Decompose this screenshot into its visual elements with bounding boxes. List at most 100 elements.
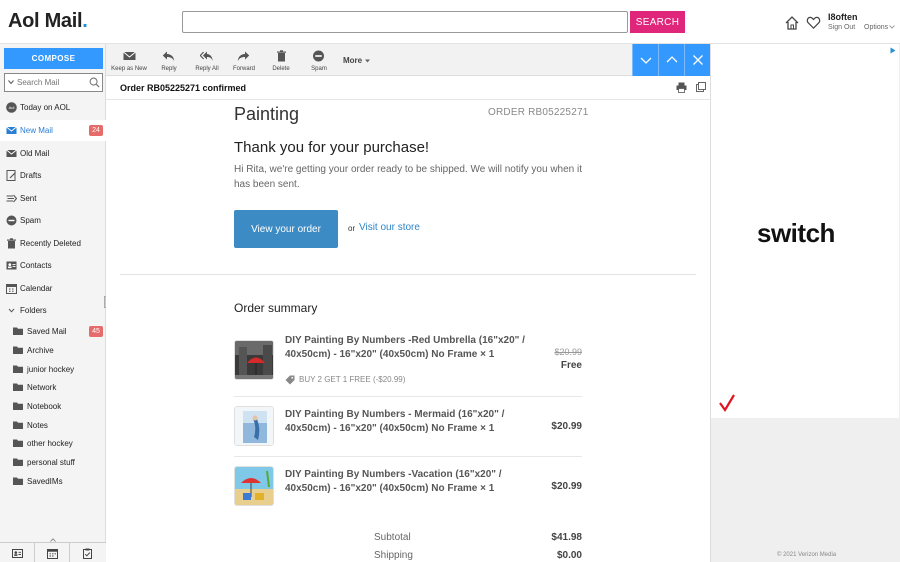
nav-item-label: Spam xyxy=(20,216,41,225)
contacts-shortcut-button[interactable] xyxy=(0,543,35,562)
spam-button[interactable]: Spam xyxy=(304,44,334,76)
left-sidebar: COMPOSE Aol Today on AOL New Mail 24 Old… xyxy=(0,44,106,562)
folder-label: Archive xyxy=(27,346,54,355)
keep-as-new-button[interactable]: Keep as New xyxy=(108,44,150,76)
folder-item-notes[interactable]: Notes xyxy=(0,416,106,435)
toolbar-label: Delete xyxy=(272,66,290,72)
popout-icon[interactable] xyxy=(696,82,706,92)
item-divider xyxy=(234,396,582,397)
logo-text: Aol Mail xyxy=(8,10,83,32)
toolbar-label: Spam xyxy=(311,66,327,72)
home-icon[interactable] xyxy=(784,15,800,31)
nav-item-today-on-aol[interactable]: Aol Today on AOL xyxy=(0,97,106,118)
user-name: I8often xyxy=(828,12,858,22)
forward-button[interactable]: Forward xyxy=(228,44,260,76)
folder-item-savedims[interactable]: SavedIMs xyxy=(0,472,106,491)
shipping-value: $0.00 xyxy=(556,550,582,561)
nav-item-sent[interactable]: Sent xyxy=(0,188,106,209)
adchoices-icon[interactable] xyxy=(890,47,896,54)
nav-item-recently-deleted[interactable]: Recently Deleted xyxy=(0,233,106,254)
reply-button[interactable]: Reply xyxy=(154,44,184,76)
product-thumbnail[interactable] xyxy=(234,406,274,446)
trash-icon xyxy=(277,50,286,62)
order-summary-title: Order summary xyxy=(234,301,318,315)
red-umbrella-painting-image xyxy=(235,341,273,379)
folder-item-junior-hockey[interactable]: junior hockey xyxy=(0,360,106,379)
folder-label: personal stuff xyxy=(27,458,75,467)
nav-item-label: Folders xyxy=(20,306,47,315)
folder-label: Saved Mail xyxy=(27,327,67,336)
product-thumbnail[interactable] xyxy=(234,466,274,506)
tasks-shortcut-button[interactable] xyxy=(70,543,105,562)
svg-text:Aol: Aol xyxy=(9,105,15,110)
folder-item-saved-mail[interactable]: Saved Mail 45 xyxy=(0,322,106,341)
reply-all-button[interactable]: Reply All xyxy=(190,44,224,76)
trash-icon xyxy=(7,238,16,249)
ad-banner[interactable]: switch xyxy=(711,44,899,418)
folder-item-other-hockey[interactable]: other hockey xyxy=(0,434,106,453)
nav-item-new-mail[interactable]: New Mail 24 xyxy=(0,120,106,141)
close-message-button[interactable] xyxy=(684,44,710,76)
folder-item-personal-stuff[interactable]: personal stuff xyxy=(0,453,106,472)
view-order-button[interactable]: View your order xyxy=(234,210,338,248)
next-message-button[interactable] xyxy=(632,44,658,76)
nav-item-label: Today on AOL xyxy=(20,103,71,112)
folder-item-network[interactable]: Network xyxy=(0,378,106,397)
nav-item-label: Drafts xyxy=(20,171,42,180)
product-thumbnail[interactable] xyxy=(234,340,274,380)
calendar-icon xyxy=(6,284,17,294)
folder-icon xyxy=(13,402,23,410)
spam-icon xyxy=(6,215,17,226)
chevron-down-icon[interactable] xyxy=(365,59,370,63)
folder-item-archive[interactable]: Archive xyxy=(0,341,106,360)
product-name: DIY Painting By Numbers -Vacation (16"x2… xyxy=(285,469,502,494)
nav-item-spam[interactable]: Spam xyxy=(0,210,106,231)
options-menu[interactable]: Options xyxy=(864,24,895,31)
message-body: Painting ORDER RB05225271 Thank you for … xyxy=(106,100,710,562)
calendar-shortcut-button[interactable] xyxy=(35,543,70,562)
web-search-input[interactable] xyxy=(182,11,628,33)
nav-item-calendar[interactable]: Calendar xyxy=(0,278,106,299)
visit-store-link[interactable]: Visit our store xyxy=(359,222,420,233)
search-button[interactable]: SEARCH xyxy=(630,11,685,33)
delete-button[interactable]: Delete xyxy=(266,44,296,76)
contact-card-icon xyxy=(12,549,23,558)
product-price: Free xyxy=(560,360,582,371)
clipboard-icon xyxy=(83,548,92,559)
toolbar-label: Forward xyxy=(232,66,255,72)
nav-item-drafts[interactable]: Drafts xyxy=(0,165,106,186)
original-price: $20.99 xyxy=(554,347,582,357)
folder-icon xyxy=(13,346,23,354)
item-divider xyxy=(234,456,582,457)
nav-item-label: New Mail xyxy=(20,126,53,135)
chevron-down-icon[interactable] xyxy=(8,79,14,85)
search-icon[interactable] xyxy=(89,77,100,88)
sign-out-link[interactable]: Sign Out xyxy=(828,24,855,31)
envelope-icon xyxy=(123,51,136,60)
more-menu-button[interactable]: More xyxy=(343,56,362,65)
sidebar-footer xyxy=(0,542,106,562)
reply-icon xyxy=(162,51,175,61)
folder-item-notebook[interactable]: Notebook xyxy=(0,397,106,416)
thank-you-heading: Thank you for your purchase! xyxy=(234,139,430,156)
aol-mail-logo[interactable]: Aol Mail. xyxy=(8,10,88,33)
folder-label: other hockey xyxy=(27,439,73,448)
spam-icon xyxy=(313,50,324,62)
nav-item-label: Old Mail xyxy=(20,149,50,158)
order-number: ORDER RB05225271 xyxy=(488,107,589,118)
message-subject-bar: Order RB05225271 confirmed xyxy=(106,76,710,100)
previous-message-button[interactable] xyxy=(658,44,684,76)
toolbar-label: Reply xyxy=(161,66,177,72)
nav-item-label: Sent xyxy=(20,194,37,203)
print-icon[interactable] xyxy=(676,82,687,93)
sent-icon xyxy=(6,194,17,203)
heart-icon[interactable] xyxy=(806,15,821,30)
top-header: Aol Mail. SEARCH I8often Sign Out Option… xyxy=(0,0,900,44)
mail-search-input[interactable] xyxy=(17,76,85,89)
compose-button[interactable]: COMPOSE xyxy=(4,48,103,69)
shop-name: Painting xyxy=(234,104,300,124)
nav-item-folders[interactable]: Folders xyxy=(0,300,106,321)
verizon-checkmark-icon xyxy=(719,394,735,412)
nav-item-old-mail[interactable]: Old Mail xyxy=(0,143,106,164)
nav-item-contacts[interactable]: Contacts xyxy=(0,255,106,276)
